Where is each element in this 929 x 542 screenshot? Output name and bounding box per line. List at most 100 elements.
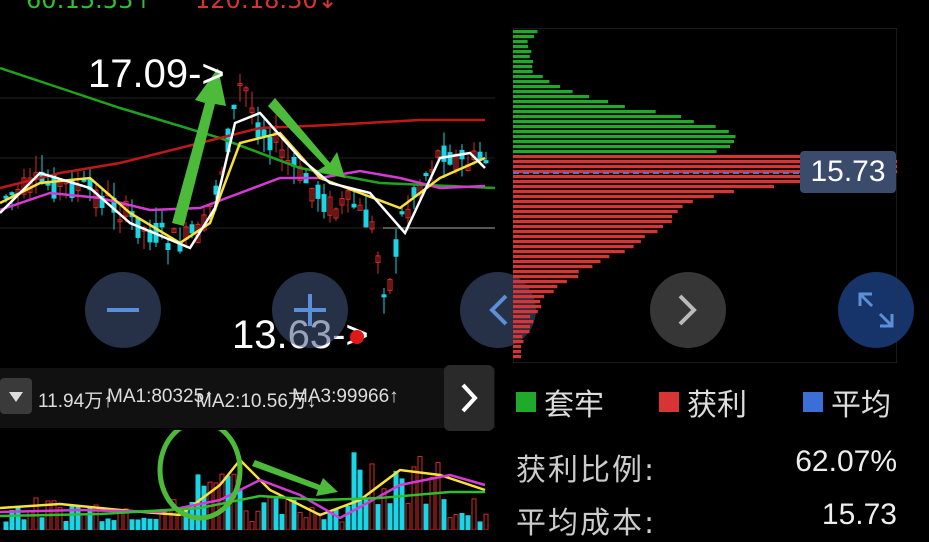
legend-profit-label: 获利 xyxy=(687,388,747,423)
volume-bar xyxy=(81,514,87,530)
volume-bar xyxy=(147,518,153,530)
volume-bar xyxy=(483,513,489,530)
volume-bar xyxy=(291,499,297,530)
volume-bar xyxy=(33,497,39,530)
chip-bar xyxy=(513,270,579,274)
candle-body xyxy=(321,194,327,212)
volume-bar xyxy=(129,519,135,530)
volume-bar xyxy=(255,510,261,530)
chip-bar xyxy=(513,75,543,79)
legend-profit: 获利 xyxy=(659,380,747,424)
chip-bar xyxy=(513,200,693,204)
chip-bar xyxy=(513,300,541,304)
volume-bar xyxy=(447,517,453,530)
chip-bar xyxy=(513,210,678,214)
volume-bar xyxy=(237,488,243,530)
volume-bar xyxy=(453,514,459,530)
volume-bar xyxy=(159,513,165,530)
chip-bar xyxy=(513,65,533,69)
volume-bar xyxy=(351,452,357,530)
candle-body xyxy=(447,152,453,165)
indicator-next-button[interactable] xyxy=(444,365,494,431)
chip-bars xyxy=(513,30,897,359)
kline-candles xyxy=(3,73,489,314)
candle-body xyxy=(393,239,399,257)
chip-bar xyxy=(513,320,534,324)
candle-body xyxy=(483,160,489,164)
volume-bar xyxy=(303,517,309,530)
ma120-value: 120:18.30↓ xyxy=(195,0,338,12)
ma60-value: 60:15.53↑ xyxy=(26,0,153,12)
chip-bar xyxy=(513,45,529,49)
chip-bar xyxy=(513,205,683,209)
chip-bar xyxy=(513,85,561,89)
candle-body xyxy=(351,203,357,208)
volume-bar xyxy=(333,508,339,530)
volume-bar xyxy=(321,519,327,530)
candle-body xyxy=(315,184,321,199)
indicator-dropdown[interactable] xyxy=(0,378,32,414)
profit-swatch xyxy=(659,392,679,412)
chip-bar xyxy=(513,230,658,234)
profit-ratio-value: 62.07% xyxy=(795,445,897,478)
zoom-in-button[interactable] xyxy=(272,272,348,348)
volume-bar xyxy=(9,510,15,530)
volume-bar xyxy=(135,519,141,530)
chip-bar xyxy=(513,285,558,289)
volume-bar xyxy=(63,521,69,530)
chip-bar xyxy=(513,145,730,149)
volume-bar xyxy=(297,511,303,530)
chip-bar xyxy=(513,330,530,334)
low-marker-dot xyxy=(350,330,364,344)
volume-bar xyxy=(399,478,405,530)
volume-bar xyxy=(459,512,465,530)
chip-bar xyxy=(513,290,554,294)
down-arrow xyxy=(268,98,345,178)
vol-down-arrow xyxy=(252,460,338,496)
legend-trapped-label: 套牢 xyxy=(544,388,604,423)
zoom-out-button[interactable] xyxy=(85,272,161,348)
avg-cost-value: 15.73 xyxy=(821,498,897,531)
minus-icon xyxy=(107,308,139,312)
chip-bar xyxy=(513,310,538,314)
volume-bar xyxy=(435,462,441,530)
volume-bar xyxy=(273,498,279,530)
volume-bar xyxy=(99,521,105,530)
chip-bar xyxy=(513,60,534,64)
vol-ma3: MA3:99966↑ xyxy=(292,386,399,407)
chip-bar xyxy=(513,150,717,154)
chip-bar xyxy=(513,105,625,109)
volume-bar xyxy=(15,506,21,530)
volume-bar xyxy=(465,515,471,530)
chip-bar xyxy=(513,80,550,84)
chevron-left-icon xyxy=(489,294,508,326)
chip-bar xyxy=(513,190,734,194)
plus-icon xyxy=(294,294,326,326)
chip-bar xyxy=(513,340,524,344)
chip-bar xyxy=(513,355,522,359)
volume-bar xyxy=(339,521,345,530)
candle-body xyxy=(9,192,15,196)
candle-body xyxy=(363,209,369,228)
chip-bar xyxy=(513,220,672,224)
legend-trapped: 套牢 xyxy=(516,380,604,424)
chip-bar xyxy=(513,130,729,134)
volume-chart[interactable] xyxy=(0,430,495,530)
high-price-label: 17.09-> xyxy=(88,52,225,96)
chip-bar xyxy=(513,215,673,219)
chip-bar xyxy=(513,55,530,59)
ma-red-line xyxy=(0,118,485,190)
vol-value: 11.94万↑ xyxy=(38,391,113,412)
chip-bar xyxy=(513,120,694,124)
volume-bar xyxy=(243,510,249,530)
chip-bar xyxy=(513,115,681,119)
volume-bar xyxy=(279,513,285,530)
average-price-badge: 15.73 xyxy=(800,151,896,193)
average-swatch xyxy=(803,392,823,412)
chevron-right-icon xyxy=(461,383,478,413)
top-ma-strip: 60:15.53↑ 120:18.30↓ xyxy=(0,0,929,12)
chip-bar xyxy=(513,325,531,329)
volume-bar xyxy=(285,498,291,530)
chip-bar xyxy=(513,265,593,269)
chip-distribution-chart[interactable] xyxy=(513,28,897,363)
